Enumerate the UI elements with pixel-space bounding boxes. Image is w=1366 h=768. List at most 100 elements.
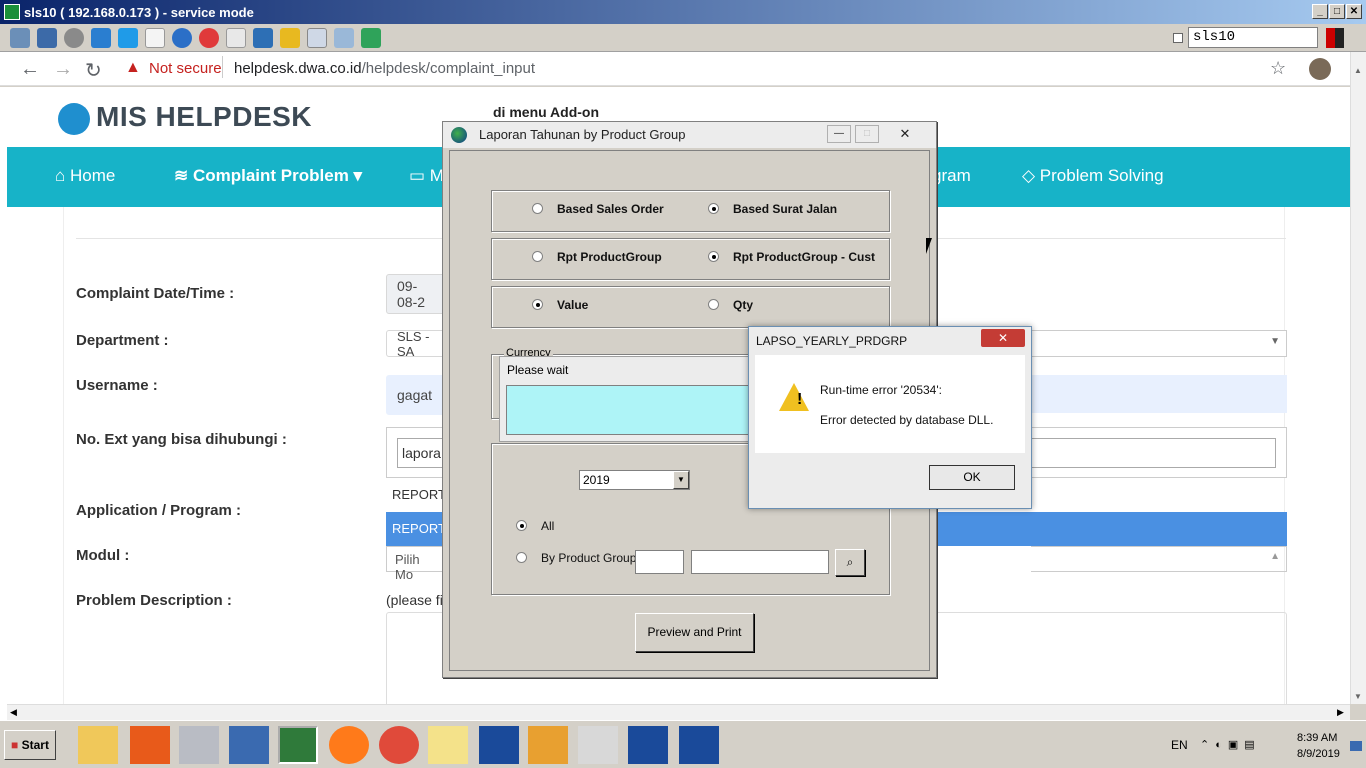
dialog-minimize-button[interactable]: — (827, 125, 851, 143)
dialog-maximize-button[interactable]: □ (855, 125, 879, 143)
modul-label: Modul : (76, 547, 130, 564)
nav-problem-solving[interactable]: ◇ Problem Solving (1022, 166, 1164, 186)
language-indicator[interactable]: EN (1171, 738, 1188, 752)
year-select[interactable]: 2019 ▼ (579, 470, 690, 490)
back-icon[interactable]: ← (20, 58, 40, 81)
minimize-button[interactable]: _ (1312, 4, 1328, 19)
eye-icon[interactable] (278, 726, 318, 764)
monitor-icon[interactable] (253, 28, 273, 48)
dropdown-option-selected[interactable]: REPORT (386, 512, 446, 546)
username-label: Username : (76, 377, 158, 394)
department-select-tail[interactable]: ▼ (1031, 330, 1287, 357)
refresh-icon[interactable] (91, 28, 111, 48)
search-icon[interactable]: ⌕ (835, 549, 865, 576)
globe-icon[interactable] (628, 726, 668, 764)
not-secure-label[interactable]: Not secure (149, 60, 222, 77)
windows-logo-icon: ■ (11, 738, 19, 752)
search-input-tail[interactable] (1031, 438, 1276, 468)
vertical-scrollbar[interactable]: ▲ ▼ (1350, 52, 1366, 704)
error-dialog: LAPSO_YEARLY_PRDGRP ✕ ! Run-time error '… (748, 326, 1032, 509)
username-field-tail (1031, 375, 1287, 413)
date-field[interactable]: 09-08-2 (386, 274, 446, 314)
globe-icon[interactable] (679, 726, 719, 764)
error-line1: Run-time error '20534': (820, 383, 942, 397)
site-logo[interactable]: MIS HELPDESK (96, 101, 312, 133)
chrome-icon[interactable] (379, 726, 419, 764)
nav-home[interactable]: ⌂ Home (55, 166, 115, 186)
horizontal-scrollbar[interactable]: ◀ ▶ (7, 704, 1350, 720)
document-icon[interactable] (145, 28, 165, 48)
username-field[interactable]: gagat (386, 375, 446, 415)
radio-by-product-group[interactable]: By Product Group (516, 551, 636, 565)
explorer-icon[interactable] (78, 726, 118, 764)
radio-surat-jalan[interactable]: Based Surat Jalan (708, 202, 837, 216)
host-field[interactable]: sls10 (1188, 27, 1318, 48)
star-icon[interactable]: ☆ (1270, 58, 1286, 79)
menu-note: di menu Add-on (493, 104, 600, 120)
display-icon[interactable] (334, 28, 354, 48)
host-checkbox[interactable] (1173, 33, 1183, 43)
scroll-right-icon: ▶ (1337, 707, 1344, 717)
flag-icon[interactable] (1326, 28, 1344, 48)
radio-qty[interactable]: Qty (708, 298, 753, 312)
start-button[interactable]: ■ Start (4, 730, 56, 760)
maximize-button[interactable]: □ (1329, 4, 1345, 19)
date-label: Complaint Date/Time : (76, 285, 235, 302)
nav-program[interactable]: gram (932, 166, 971, 186)
modul-select[interactable]: Pilih Mo (386, 546, 446, 582)
scroll-down-icon: ▼ (1354, 692, 1362, 701)
outlook-icon[interactable] (528, 726, 568, 764)
modul-select-tail[interactable]: ▲ (1031, 546, 1287, 572)
pdf-icon[interactable] (130, 726, 170, 764)
radio-productgroup-cust[interactable]: Rpt ProductGroup - Cust (708, 250, 875, 264)
gear-icon[interactable] (64, 28, 84, 48)
group-name-input[interactable] (691, 550, 829, 574)
scissors-icon[interactable] (179, 726, 219, 764)
show-desktop-icon[interactable] (1350, 741, 1362, 751)
transfer-icon[interactable] (226, 28, 246, 48)
taskbar: ■ Start EN ⌃◐▣▤ 8:39 AM 8/9/2019 (0, 720, 1366, 768)
dialog-title: Laporan Tahunan by Product Group (479, 127, 686, 142)
firefox-icon[interactable] (329, 726, 369, 764)
calendar-icon[interactable] (578, 726, 618, 764)
stop-icon[interactable] (199, 28, 219, 48)
wait-progress-area (506, 385, 752, 435)
group-code-input[interactable] (635, 550, 684, 574)
computer-icon[interactable] (229, 726, 269, 764)
remote-toolbar: sls10 (0, 24, 1366, 52)
folder-icon[interactable] (280, 28, 300, 48)
department-label: Department : (76, 332, 169, 349)
fullscreen-icon[interactable] (37, 28, 57, 48)
basis-group: Based Sales Order Based Surat Jalan (491, 190, 890, 232)
info-icon[interactable] (172, 28, 192, 48)
reload-icon[interactable]: ↻ (85, 58, 102, 83)
radio-value[interactable]: Value (532, 298, 588, 312)
globe-icon[interactable] (479, 726, 519, 764)
network-icon[interactable] (10, 28, 30, 48)
search-dropdown-tail (1031, 427, 1287, 478)
left-margin (0, 87, 7, 720)
radio-productgroup[interactable]: Rpt ProductGroup (532, 250, 662, 264)
clock-date[interactable]: 8/9/2019 (1297, 748, 1340, 760)
screen-icon[interactable] (307, 28, 327, 48)
error-close-button[interactable]: ✕ (981, 329, 1025, 347)
globe-icon (451, 127, 467, 143)
clock-time[interactable]: 8:39 AM (1297, 732, 1337, 744)
forward-icon[interactable]: → (53, 58, 73, 81)
radio-sales-order[interactable]: Based Sales Order (532, 202, 664, 216)
preview-print-button[interactable]: Preview and Print (635, 613, 754, 652)
chat-icon[interactable] (361, 28, 381, 48)
close-button[interactable]: ✕ (1346, 4, 1362, 19)
radio-all[interactable]: All (516, 519, 554, 533)
url-text[interactable]: helpdesk.dwa.co.id/helpdesk/complaint_in… (234, 60, 535, 77)
windows-icon[interactable] (118, 28, 138, 48)
nav-monitor[interactable]: ▭ M (409, 166, 444, 186)
avatar[interactable] (1309, 58, 1331, 80)
dropdown-option[interactable]: REPORT (386, 478, 446, 512)
department-select[interactable]: SLS - SA (386, 329, 446, 359)
ok-button[interactable]: OK (929, 465, 1015, 490)
sticky-notes-icon[interactable] (428, 726, 468, 764)
tray-icons[interactable]: ⌃◐▣▤ (1200, 738, 1261, 751)
dialog-close-button[interactable]: ✕ (883, 125, 927, 143)
nav-complaint[interactable]: ≋ Complaint Problem ▾ (174, 166, 362, 186)
